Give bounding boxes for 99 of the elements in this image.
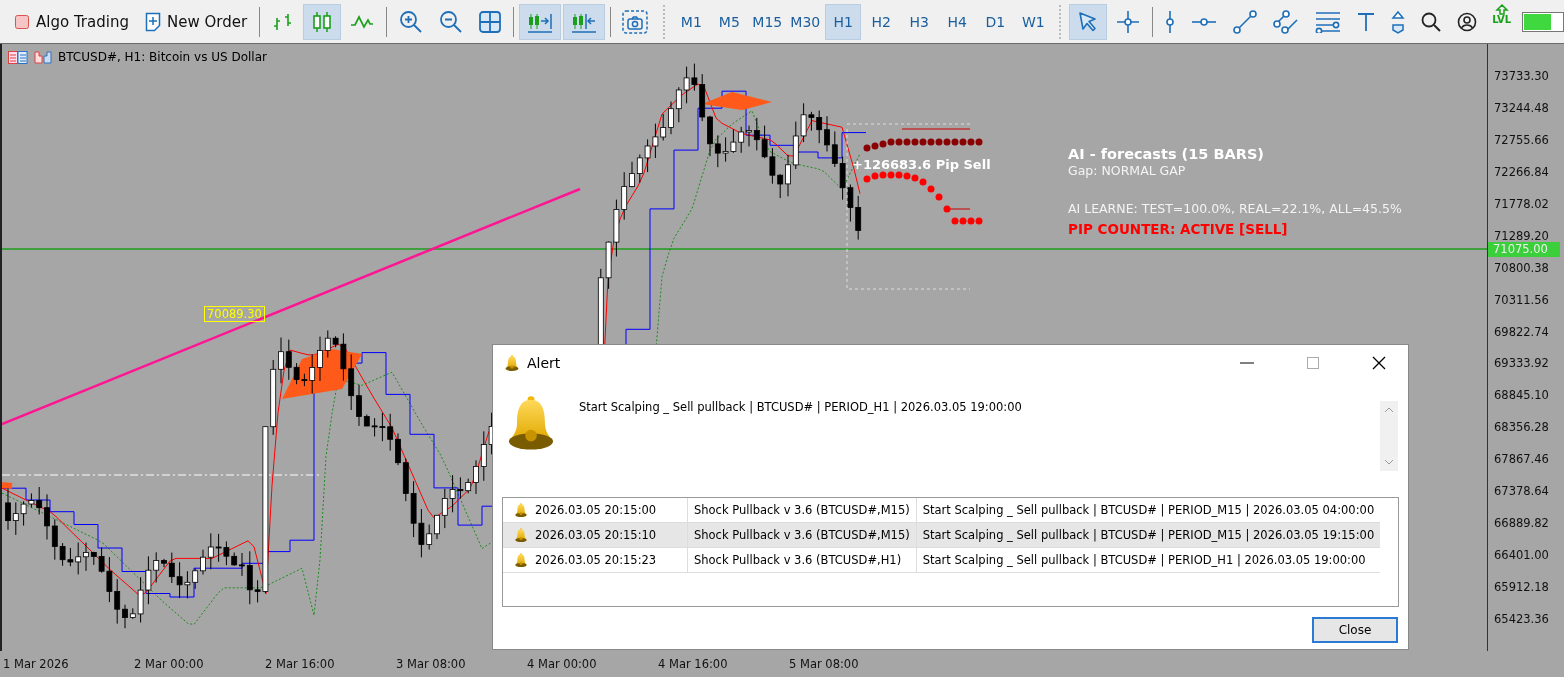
- up-arrow-icon: [1494, 3, 1509, 15]
- zoom-out-icon: [438, 9, 463, 34]
- dialog-title: Alert: [527, 355, 562, 371]
- alert-message: Start Scalping _ Sell pullback | BTCUSD# | PERIOD_H1 | 2026.03.05 19:00:00: [578, 399, 1023, 416]
- time-label: 2 Mar 00:00: [133, 656, 205, 673]
- alert-source: Shock Pullback v 3.6 (BTCUSD#,M15): [687, 522, 917, 548]
- bell-icon: [515, 527, 527, 543]
- level-button[interactable]: LVL: [1486, 3, 1518, 40]
- timeframe-tab[interactable]: M5: [711, 3, 748, 40]
- close-icon: [1372, 356, 1386, 370]
- time-label: 5 Mar 08:00: [788, 656, 860, 673]
- bell-icon: [505, 354, 519, 372]
- current-price-label: 71075.00: [1488, 242, 1560, 257]
- price-label: 73244.48: [1493, 100, 1550, 115]
- horizontal-line-icon: [1191, 16, 1218, 27]
- time-label: 4 Mar 00:00: [526, 656, 598, 673]
- trend-line-icon: [1233, 9, 1258, 34]
- alert-time: 2026.03.05 20:15:23: [535, 553, 657, 567]
- chart-shift-button[interactable]: [518, 3, 561, 40]
- price-label: 66401.00: [1493, 548, 1550, 563]
- search-icon: [1421, 11, 1442, 32]
- arrow-marks-icon: [1391, 9, 1406, 34]
- minimize-icon: [1240, 362, 1254, 364]
- camera-icon: [622, 9, 649, 34]
- price-label: 65912.18: [1493, 580, 1550, 594]
- candlestick-icon: [310, 10, 333, 33]
- fibonacci-lines-icon: [1315, 10, 1342, 33]
- price-label: 68356.28: [1493, 420, 1550, 435]
- signal-label: +126683.6 Pip Sell: [852, 157, 991, 172]
- price-label: 71778.02: [1493, 196, 1550, 211]
- pip-counter-label: PIP COUNTER: ACTIVE [SELL]: [1068, 221, 1288, 237]
- zoom-in-icon: [398, 9, 423, 34]
- bar-chart-icon: [271, 11, 294, 32]
- time-label: 4 Mar 16:00: [657, 656, 729, 673]
- price-label: 71289.20: [1493, 228, 1550, 243]
- time-label: 2 Mar 16:00: [264, 656, 336, 673]
- bell-icon: [515, 502, 527, 518]
- chart-list-icon: [8, 50, 28, 64]
- alert-row[interactable]: 2026.03.05 20:15:10 Shock Pullback v 3.6 (BTCUSD#,M15) Start Scalping _ Sell pullback | BTCUSD# | PERIOD_M15 | 2026.03.05 19:15:00: [503, 522, 1381, 548]
- price-label: 70311.56: [1493, 292, 1550, 307]
- close-button[interactable]: Close: [1312, 617, 1398, 643]
- scroll-down-icon[interactable]: [1384, 459, 1394, 465]
- candlesticks-button[interactable]: [302, 3, 341, 40]
- new-document-icon: [144, 11, 161, 32]
- price-marker: 70089.30: [204, 306, 265, 322]
- chart-title: BTCUSD#, H1: Bitcoin vs US Dollar: [58, 50, 267, 64]
- timeframe-tab[interactable]: M1: [673, 3, 710, 40]
- bar-pair-icon: [34, 50, 52, 64]
- timeframe-tab[interactable]: M30: [787, 3, 824, 40]
- timeframe-tab[interactable]: H2: [863, 3, 900, 40]
- maximize-icon: [1307, 357, 1319, 369]
- bell-icon: [515, 552, 527, 568]
- alert-time: 2026.03.05 20:15:00: [535, 503, 657, 517]
- alert-row[interactable]: 2026.03.05 20:15:00 Shock Pullback v 3.6 (BTCUSD#,M15) Start Scalping _ Sell pullback | BTCUSD# | PERIOD_M15 | 2026.03.05 04:00:00: [503, 498, 1381, 523]
- cloud-shape: [2, 482, 13, 489]
- user-icon: [1457, 11, 1478, 32]
- new-order-button[interactable]: New Order: [137, 3, 255, 40]
- stop-square-icon: [14, 13, 30, 30]
- auto-scroll-button[interactable]: [562, 3, 605, 40]
- price-label: 66889.82: [1493, 516, 1550, 531]
- price-label: 72755.66: [1493, 132, 1550, 147]
- line-chart-icon: [349, 14, 374, 29]
- alert-text: Start Scalping _ Sell pullback | BTCUSD# | PERIOD_M15 | 2026.03.05 04:00:00: [916, 498, 1381, 523]
- price-label: 65423.36: [1493, 611, 1550, 626]
- timeframe-tab[interactable]: H3: [901, 3, 938, 40]
- cloud-shape: [702, 92, 772, 110]
- price-label: 69822.74: [1493, 324, 1550, 339]
- ai-learning-label: AI LEARNE: TEST=100.0%, REAL=22.1%, ALL=45.5%: [1068, 201, 1402, 216]
- timeframe-tab[interactable]: H4: [939, 3, 976, 40]
- price-label: 68845.10: [1493, 388, 1550, 403]
- price-label: 67867.46: [1493, 452, 1550, 467]
- vertical-line-icon: [1165, 9, 1176, 34]
- timeframe-tab[interactable]: H1: [825, 3, 862, 40]
- crosshair-icon: [1116, 9, 1141, 34]
- price-label: 73733.30: [1493, 69, 1550, 83]
- timeframe-tab[interactable]: W1: [1015, 3, 1052, 40]
- alert-text: Start Scalping _ Sell pullback | BTCUSD# | PERIOD_H1 | 2026.03.05 19:00:00: [916, 547, 1381, 573]
- alert-text: Start Scalping _ Sell pullback | BTCUSD# | PERIOD_M15 | 2026.03.05 19:15:00: [916, 522, 1381, 548]
- forecast-title: AI - forecasts (15 BARS): [1068, 146, 1264, 162]
- price-label: 67378.64: [1493, 484, 1550, 499]
- time-label: 1 Mar 2026: [2, 656, 70, 673]
- alert-time: 2026.03.05 20:15:10: [535, 528, 657, 542]
- price-label: 69333.92: [1493, 356, 1550, 371]
- timeframe-tab[interactable]: D1: [977, 3, 1014, 40]
- alert-row[interactable]: 2026.03.05 20:15:23 Shock Pullback v 3.6 (BTCUSD#,H1) Start Scalping _ Sell pullback | BTCUSD# | PERIOD_H1 | 2026.03.05 19:00:00: [503, 547, 1381, 573]
- cursor-button[interactable]: [1069, 3, 1108, 40]
- scroll-up-icon[interactable]: [1384, 407, 1394, 413]
- text-tool-icon: [1357, 11, 1376, 32]
- alert-source: Shock Pullback v 3.6 (BTCUSD#,M15): [687, 498, 917, 523]
- timeframe-tab[interactable]: M15: [749, 3, 786, 40]
- channel-icon: [1273, 9, 1300, 34]
- algo-trading-button[interactable]: Algo Trading: [7, 3, 136, 40]
- price-label: 70800.38: [1493, 260, 1550, 275]
- scrollbar[interactable]: [1380, 401, 1398, 471]
- price-label: 72266.84: [1493, 164, 1550, 179]
- alert-source: Shock Pullback v 3.6 (BTCUSD#,H1): [687, 547, 917, 573]
- gap-label: Gap: NORMAL GAP: [1068, 163, 1186, 178]
- time-label: 3 Mar 08:00: [395, 656, 467, 673]
- grid-icon: [478, 10, 501, 33]
